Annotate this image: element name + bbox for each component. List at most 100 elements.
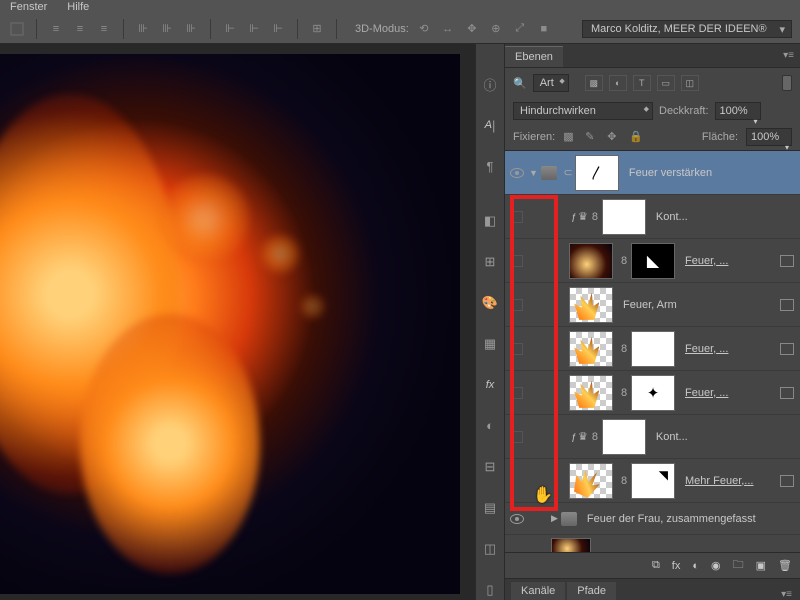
delete-icon[interactable]: 🗑 [778,559,792,572]
layers-panel-tab[interactable]: Ebenen [505,46,563,67]
character-panel-icon[interactable]: A| [479,115,501,136]
visibility-toggle[interactable] [505,514,529,524]
swatches-panel-icon[interactable]: ▦ [479,334,501,355]
layer-thumbnail[interactable] [569,463,613,499]
styles-panel-icon[interactable]: fx [479,374,501,395]
mask-thumbnail[interactable]: ✦ [631,375,675,411]
menu-item-window[interactable]: Fenster [10,1,47,13]
layer-name[interactable]: Feuer, ... [685,255,777,267]
scale-icon[interactable]: ⤢ [511,20,529,38]
orbit-icon[interactable]: ⟲ [415,20,433,38]
layer-thumbnail[interactable] [551,538,591,552]
layers-list[interactable]: ✋ ▼ ⊂ 〳 Feuer verstärken ƒ ♛ 8 Kont... [505,150,800,552]
adjustment-icon[interactable]: ◉ [711,559,721,572]
mask-thumbnail[interactable] [602,199,646,235]
distribute-icon[interactable]: ⊪ [158,20,176,38]
layer-thumbnail[interactable] [569,375,613,411]
account-dropdown[interactable]: Marco Kolditz, MEER DER IDEEN® [582,20,792,38]
opacity-input[interactable]: 100% [715,102,761,120]
distribute-icon[interactable]: ⊩ [221,20,239,38]
camera-icon[interactable]: ■ [535,20,553,38]
disclosure-icon[interactable]: ▶ [551,513,558,524]
panel-menu-icon[interactable]: ▾≡ [783,50,794,61]
layer-name[interactable]: Mehr Feuer,... [685,475,777,487]
layer-row[interactable]: 8 ◣ Feuer, ... [505,239,800,283]
layer-row[interactable]: ƒ ♛ 8 Kont... [505,195,800,239]
panel-icon[interactable]: ◧ [479,211,501,232]
visibility-toggle[interactable] [505,211,529,223]
channels-tab[interactable]: Kanäle [511,582,565,600]
lock-pixels-icon[interactable]: ✎ [585,130,599,144]
mask-thumbnail[interactable]: ◣ [631,243,675,279]
canvas-area[interactable]: ◂ [0,44,475,600]
layer-name[interactable]: Feuer verstärken [629,167,794,179]
align-icon[interactable]: ≡ [95,20,113,38]
slide-icon[interactable]: ⊕ [487,20,505,38]
distribute-icon[interactable]: ⊩ [269,20,287,38]
filter-switch[interactable] [782,75,792,91]
panel-icon[interactable]: ◫ [479,538,501,559]
filter-adjust-icon[interactable]: ◐ [609,75,627,91]
info-panel-icon[interactable]: ⓘ [479,74,501,95]
visibility-toggle[interactable] [505,343,529,355]
layer-row[interactable]: 8 Feuer, ... [505,327,800,371]
panel-menu-icon[interactable]: ▾≡ [781,589,792,600]
link-layers-icon[interactable]: ⧉ [652,559,660,572]
mask-icon[interactable]: ◐ [692,560,699,572]
blend-mode-select[interactable]: Hindurchwirken [513,102,653,120]
document-canvas[interactable] [0,54,460,594]
layer-row[interactable]: 8 ✦ Feuer, ... [505,371,800,415]
layer-row[interactable] [505,535,800,552]
filter-type-icon[interactable]: T [633,75,651,91]
layer-thumbnail[interactable] [569,331,613,367]
pan-icon[interactable]: ↔ [439,20,457,38]
paragraph-panel-icon[interactable]: ¶ [479,156,501,177]
layer-group-row[interactable]: ▼ ⊂ 〳 Feuer verstärken [505,151,800,195]
tool-preset-icon[interactable] [8,20,26,38]
layer-filter-kind[interactable]: Art [533,74,569,92]
new-layer-icon[interactable]: ▣ [756,559,766,572]
align-icon[interactable]: ≡ [71,20,89,38]
visibility-toggle[interactable] [505,387,529,399]
layer-row[interactable]: Feuer, Arm [505,283,800,327]
layer-thumbnail[interactable] [569,243,613,279]
layer-name[interactable]: Kont... [656,431,794,443]
layer-thumbnail[interactable] [569,287,613,323]
color-panel-icon[interactable]: 🎨 [479,293,501,314]
adjustments-panel-icon[interactable]: ◐ [479,415,501,436]
panel-icon[interactable]: ⊞ [479,252,501,273]
fill-input[interactable]: 100% [746,128,792,146]
new-group-icon[interactable]: 🗀 [733,556,744,575]
mask-thumbnail[interactable]: 〳 [575,155,619,191]
move-icon[interactable]: ✥ [463,20,481,38]
distribute-icon[interactable]: ⊪ [134,20,152,38]
visibility-toggle[interactable] [505,431,529,443]
paths-tab[interactable]: Pfade [567,582,616,600]
panel-icon[interactable]: ▯ [479,579,501,600]
visibility-toggle[interactable] [505,255,529,267]
layer-name[interactable]: Feuer, Arm [623,299,777,311]
filter-shape-icon[interactable]: ▭ [657,75,675,91]
disclosure-icon[interactable]: ▼ [529,168,538,178]
visibility-toggle[interactable] [505,168,529,178]
3d-icon[interactable]: ⊞ [308,20,326,38]
distribute-icon[interactable]: ⊩ [245,20,263,38]
layer-group-row[interactable]: ▶ Feuer der Frau, zusammengefasst [505,503,800,535]
mask-thumbnail[interactable]: ◥ [631,463,675,499]
layer-row[interactable]: ƒ ♛ 8 Kont... [505,415,800,459]
mask-thumbnail[interactable] [602,419,646,455]
panel-icon[interactable]: ⊟ [479,456,501,477]
menu-item-help[interactable]: Hilfe [67,1,89,13]
lock-position-icon[interactable]: ✥ [607,130,621,144]
filter-smart-icon[interactable]: ◫ [681,75,699,91]
fx-menu-icon[interactable]: fx [672,560,681,572]
mask-thumbnail[interactable] [631,331,675,367]
lock-transparent-icon[interactable]: ▩ [563,130,577,144]
lock-all-icon[interactable]: 🔒 [629,130,643,144]
panel-icon[interactable]: ▤ [479,497,501,518]
layer-name[interactable]: Feuer, ... [685,343,777,355]
visibility-toggle[interactable] [505,299,529,311]
align-icon[interactable]: ≡ [47,20,65,38]
layer-name[interactable]: Kont... [656,211,794,223]
layer-name[interactable]: Feuer der Frau, zusammengefasst [587,513,794,525]
